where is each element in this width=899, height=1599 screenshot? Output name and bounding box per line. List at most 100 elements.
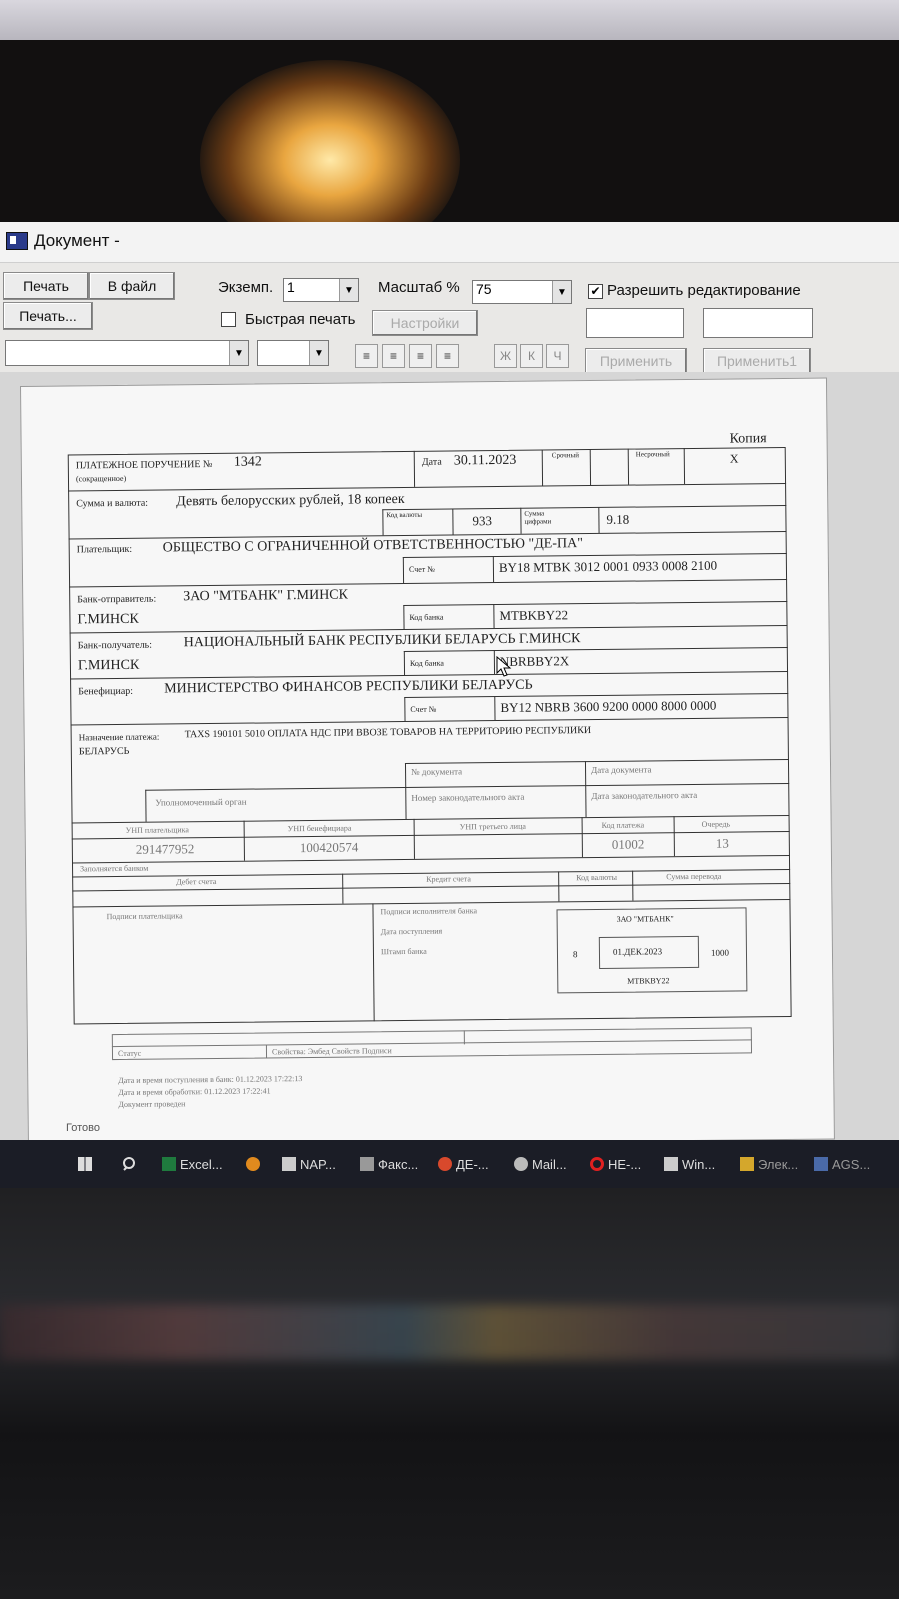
receipt-date-label: Дата поступления	[380, 926, 443, 937]
payer-account-label: Счет №	[408, 564, 435, 574]
stamp-left: 8	[572, 949, 578, 960]
scale-select[interactable]: 75 ▼	[472, 280, 572, 304]
copy-label: Копия	[729, 431, 767, 447]
taskbar-search-app-icon[interactable]	[246, 1150, 260, 1178]
copies-select[interactable]: 1 ▼	[283, 278, 359, 302]
pay-code-label: Код платежа	[601, 820, 645, 830]
amount-digits-label: Сумма цифрами	[524, 509, 552, 526]
debit-label: Дебет счета	[176, 876, 217, 887]
save-to-file-button[interactable]: В файл	[89, 272, 175, 300]
print-dialog-button[interactable]: Печать...	[3, 302, 93, 330]
unp-payer: 291477952	[135, 841, 195, 857]
italic-button[interactable]: К	[520, 344, 543, 368]
quick-print-label: Быстрая печать	[245, 311, 356, 328]
align-left-icon[interactable]: ≡	[355, 344, 378, 368]
font-name-select[interactable]: ▼	[5, 340, 249, 366]
settings-button[interactable]: Настройки	[372, 310, 478, 336]
chevron-down-icon[interactable]: ▼	[552, 281, 571, 303]
monitor-bezel	[0, 1188, 899, 1599]
align-justify-icon[interactable]: ≡	[436, 344, 459, 368]
allow-edit-checkbox[interactable]: ✔	[588, 284, 603, 299]
chevron-down-icon[interactable]: ▼	[339, 279, 358, 301]
doc-date-label: Дата документа	[591, 764, 652, 776]
order-number: 1342	[233, 454, 262, 470]
law-number-label: Номер законодательного акта	[411, 791, 525, 803]
footer-line-2: Дата и время обработки: 01.12.2023 17:22…	[118, 1086, 271, 1098]
taskbar-item-fax[interactable]: Факс...	[360, 1150, 418, 1178]
footer-line-1: Дата и время поступления в банк: 01.12.2…	[118, 1074, 303, 1086]
sender-bank-city: Г.МИНСК	[77, 611, 139, 628]
bank-signature-label: Подписи исполнителя банка	[380, 906, 478, 917]
amount-words-label: Сумма и валюта:	[76, 497, 149, 510]
scale-label: Масштаб %	[378, 279, 460, 296]
font-size-select[interactable]: ▼	[257, 340, 329, 366]
font-color-box[interactable]	[586, 308, 684, 338]
allow-edit-label: Разрешить редактирование	[607, 282, 801, 299]
background-color-box[interactable]	[703, 308, 813, 338]
search-icon[interactable]	[122, 1150, 138, 1178]
beneficiary-account: BY12 NBRB 3600 9200 0000 8000 0000	[500, 697, 717, 715]
footer-line-3: Документ проведен	[118, 1099, 186, 1110]
stamp-code: MTBKBY22	[627, 976, 670, 986]
order-date: 30.11.2023	[453, 452, 517, 469]
sender-bank: ЗАО "МТБАНК" Г.МИНСК	[183, 587, 349, 605]
currency-label-2: Код валюты	[576, 872, 618, 883]
apply-all-button[interactable]: Применить1	[703, 348, 811, 374]
unp-benef: 100420574	[299, 839, 359, 856]
credit-label: Кредит счета	[426, 874, 471, 884]
unp-benef-label: УНП бенефициара	[287, 823, 352, 834]
taskbar-item-folder[interactable]: Элек...	[740, 1150, 798, 1178]
amount-words: Девять белорусских рублей, 18 копеек	[176, 491, 405, 510]
taskbar: Excel... NAP... Факс... ДЕ-... Mail... Н…	[0, 1140, 899, 1188]
sender-bank-code: MTBKBY22	[499, 607, 569, 623]
recipient-bank-code-label: Код банка	[409, 658, 444, 668]
payment-order-page: Копия ПЛАТЕЖНОЕ ПОРУЧЕНИЕ № 1342 (сокращ…	[20, 377, 835, 1148]
bank-stamp-label: Штамп банка	[380, 946, 427, 957]
taskbar-item-win[interactable]: Win...	[664, 1150, 715, 1178]
unp-third-label: УНП третьего лица	[459, 821, 526, 832]
bold-button[interactable]: Ж	[494, 344, 517, 368]
chevron-down-icon[interactable]: ▼	[229, 341, 248, 365]
reflection-blur	[0, 1305, 899, 1360]
document-preview-area[interactable]: Копия ПЛАТЕЖНОЕ ПОРУЧЕНИЕ № 1342 (сокращ…	[0, 372, 899, 1148]
print-button[interactable]: Печать	[3, 272, 89, 300]
align-center-icon[interactable]: ≡	[382, 344, 405, 368]
transfer-amount-label: Сумма перевода	[666, 871, 722, 882]
payer-label: Плательщик:	[76, 543, 133, 556]
sender-bank-code-label: Код банка	[409, 612, 444, 622]
background-wall	[0, 0, 899, 40]
unp-payer-label: УНП плательщика	[125, 825, 189, 835]
currency-code-label: Код валюты	[386, 510, 423, 520]
pay-code: 01002	[611, 836, 645, 852]
start-icon[interactable]	[78, 1150, 92, 1178]
quick-print-checkbox[interactable]	[221, 312, 236, 327]
taskbar-item-excel[interactable]: Excel...	[162, 1150, 223, 1178]
beneficiary-label: Бенефициар:	[78, 685, 134, 698]
regular-label: Несрочный	[635, 450, 670, 459]
align-right-icon[interactable]: ≡	[409, 344, 432, 368]
stamp-bank-name: ЗАО "МТБАНК"	[616, 914, 674, 924]
window-title: Документ -	[34, 231, 120, 250]
law-date-label: Дата законодательного акта	[591, 789, 698, 802]
order-abbrev: (сокращенное)	[75, 473, 127, 484]
queue-label: Очередь	[701, 819, 731, 829]
scale-value: 75	[476, 281, 492, 297]
stamp-right: 1000	[710, 947, 730, 958]
taskbar-item-de[interactable]: ДЕ-...	[438, 1150, 489, 1178]
beneficiary-account-label: Счет №	[410, 704, 437, 714]
underline-button[interactable]: Ч	[546, 344, 569, 368]
copies-value: 1	[287, 279, 295, 295]
taskbar-item-ags[interactable]: AGS...	[814, 1150, 870, 1178]
date-label: Дата	[421, 456, 442, 468]
chevron-down-icon[interactable]: ▼	[309, 341, 328, 365]
taskbar-item-opera[interactable]: НЕ-...	[590, 1150, 641, 1178]
copy-mark: X	[729, 451, 739, 466]
taskbar-item-mail[interactable]: Mail...	[514, 1150, 567, 1178]
apply-button[interactable]: Применить	[585, 348, 687, 374]
order-title: ПЛАТЕЖНОЕ ПОРУЧЕНИЕ №	[75, 458, 213, 472]
purpose-label: Назначение платежа:	[78, 731, 160, 743]
taskbar-item-nap[interactable]: NAP...	[282, 1150, 336, 1178]
urgent-label: Срочный	[551, 451, 580, 460]
recipient-bank-label: Банк-получатель:	[77, 639, 153, 652]
mouse-cursor-icon	[496, 656, 512, 677]
